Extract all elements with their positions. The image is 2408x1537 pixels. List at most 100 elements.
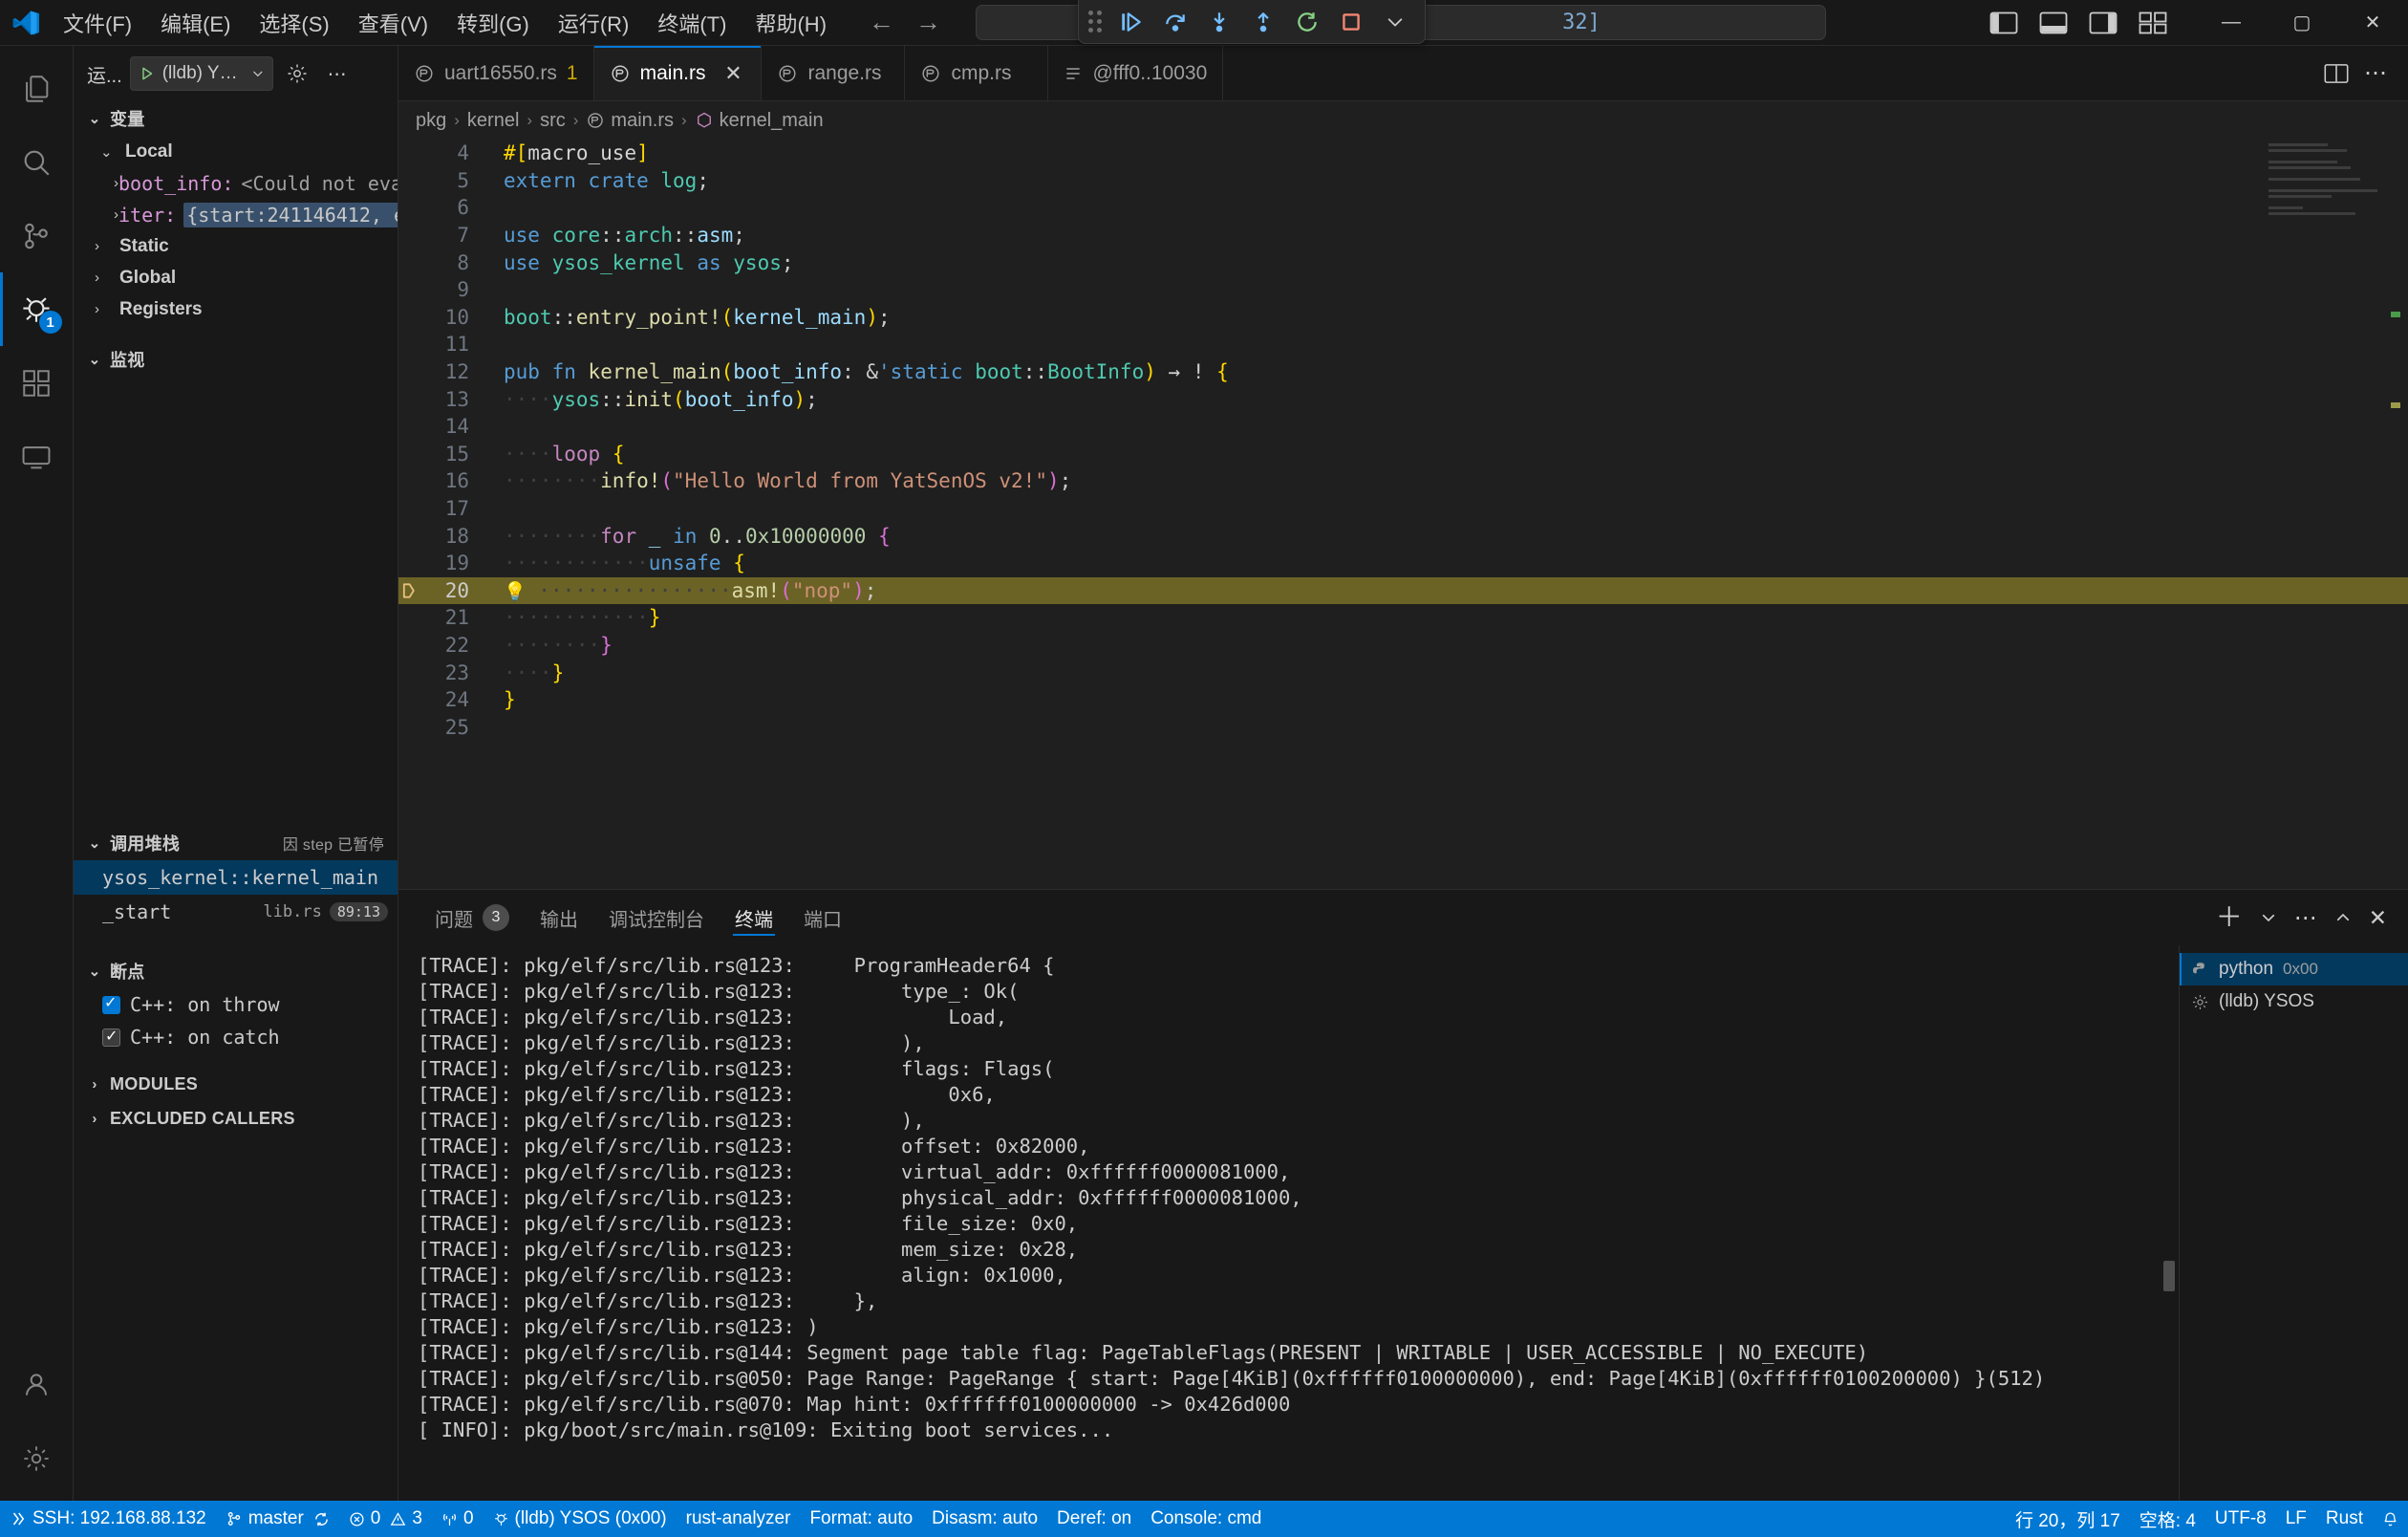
debug-more-chevron-icon[interactable] bbox=[1375, 4, 1415, 40]
code-line-10[interactable]: 10 boot::entry_point!(kernel_main); bbox=[398, 304, 2408, 332]
code-line-18[interactable]: 18 ········for _ in 0..0x10000000 { bbox=[398, 522, 2408, 550]
customize-layout-icon[interactable] bbox=[2139, 11, 2167, 34]
menu-go[interactable]: 转到(G) bbox=[443, 4, 543, 42]
debug-stop-button[interactable] bbox=[1331, 4, 1371, 40]
code-line-25[interactable]: 25 bbox=[398, 713, 2408, 741]
debug-restart-button[interactable] bbox=[1287, 4, 1327, 40]
activity-remote-explorer[interactable] bbox=[0, 420, 74, 493]
status-language-mode[interactable]: Rust bbox=[2316, 1501, 2373, 1537]
activity-accounts[interactable] bbox=[0, 1348, 74, 1421]
callstack-frame-start[interactable]: _start lib.rs 89:13 bbox=[74, 895, 398, 929]
code-line-13[interactable]: 13 ····ysos::init(boot_info); bbox=[398, 385, 2408, 413]
debug-step-into-button[interactable] bbox=[1199, 4, 1239, 40]
code-line-22[interactable]: 22 ········} bbox=[398, 632, 2408, 660]
status-git-branch[interactable]: master bbox=[216, 1501, 339, 1537]
toggle-panel-icon[interactable] bbox=[2039, 11, 2068, 34]
menu-selection[interactable]: 选择(S) bbox=[246, 4, 342, 42]
toggle-secondary-sidebar-icon[interactable] bbox=[2089, 11, 2118, 34]
code-line-14[interactable]: 14 bbox=[398, 413, 2408, 441]
panel-tab-ports[interactable]: 端口 bbox=[788, 890, 857, 945]
breadcrumb-src[interactable]: src bbox=[540, 110, 566, 132]
debug-continue-button[interactable] bbox=[1111, 4, 1151, 40]
new-terminal-icon[interactable]: ＋ bbox=[2216, 904, 2243, 931]
status-disasm[interactable]: Disasm: auto bbox=[922, 1501, 1047, 1537]
code-line-23[interactable]: 23 ····} bbox=[398, 659, 2408, 686]
variable-row-boot-info[interactable]: › boot_info: <Could not eva… bbox=[74, 167, 398, 199]
code-line-9[interactable]: 9 bbox=[398, 276, 2408, 304]
tab-close-icon[interactable]: ✕ bbox=[720, 61, 745, 86]
status-remote-ssh[interactable]: SSH: 192.168.88.132 bbox=[0, 1501, 216, 1537]
menu-run[interactable]: 运行(R) bbox=[545, 4, 643, 42]
breakpoint-checkbox[interactable] bbox=[102, 1027, 120, 1047]
code-line-5[interactable]: 5 extern crate log; bbox=[398, 167, 2408, 195]
panel-tab-problems[interactable]: 问题 3 bbox=[419, 890, 525, 945]
status-problems[interactable]: 0 3 bbox=[339, 1501, 432, 1537]
back-arrow-icon[interactable]: ← bbox=[869, 10, 894, 35]
editor-more-actions-icon[interactable]: ⋯ bbox=[2364, 59, 2387, 87]
breadcrumb-main-rs[interactable]: main.rs bbox=[586, 110, 674, 132]
debug-settings-gear-icon[interactable] bbox=[281, 57, 313, 90]
split-editor-icon[interactable] bbox=[2324, 62, 2349, 85]
excluded-callers-section-header[interactable]: › EXCLUDED CALLERS bbox=[74, 1101, 398, 1136]
tab-main-rs[interactable]: main.rs ✕ bbox=[593, 46, 763, 100]
status-eol[interactable]: LF bbox=[2276, 1501, 2316, 1537]
terminal-profile-chevron-icon[interactable] bbox=[2260, 909, 2277, 926]
code-line-12[interactable]: 12 pub fn kernel_main(boot_info: &'static… bbox=[398, 358, 2408, 386]
code-line-15[interactable]: 15 ····loop { bbox=[398, 441, 2408, 468]
breakpoints-section-header[interactable]: ⌄ 断点 bbox=[74, 954, 398, 988]
activity-search[interactable] bbox=[0, 125, 74, 199]
status-console[interactable]: Console: cmd bbox=[1141, 1501, 1271, 1537]
activity-manage-settings[interactable] bbox=[0, 1421, 74, 1495]
status-rust-analyzer[interactable]: rust-analyzer bbox=[677, 1501, 801, 1537]
sidebar-more-actions-icon[interactable]: ⋯ bbox=[321, 57, 354, 90]
terminal-tab-python[interactable]: python 0x00 bbox=[2180, 953, 2408, 985]
panel-tab-terminal[interactable]: 终端 bbox=[720, 890, 788, 945]
code-line-11[interactable]: 11 bbox=[398, 331, 2408, 358]
forward-arrow-icon[interactable]: → bbox=[915, 10, 941, 35]
code-line-4[interactable]: 4 #[macro_use] bbox=[398, 140, 2408, 167]
window-maximize-button[interactable]: ▢ bbox=[2267, 0, 2337, 46]
status-notifications[interactable] bbox=[2373, 1501, 2408, 1537]
menu-file[interactable]: 文件(F) bbox=[50, 4, 145, 42]
panel-more-actions-icon[interactable]: ⋯ bbox=[2294, 904, 2317, 932]
code-line-19[interactable]: 19 ············unsafe { bbox=[398, 550, 2408, 577]
status-cursor-position[interactable]: 行 20，列 17 bbox=[2006, 1501, 2130, 1537]
panel-close-icon[interactable]: ✕ bbox=[2369, 905, 2387, 931]
status-encoding[interactable]: UTF-8 bbox=[2205, 1501, 2276, 1537]
status-debug-session[interactable]: (lldb) YSOS (0x00) bbox=[484, 1501, 677, 1537]
editor-minimap[interactable] bbox=[2268, 143, 2383, 287]
lightbulb-icon[interactable]: 💡 bbox=[504, 581, 527, 602]
activity-source-control[interactable] bbox=[0, 199, 74, 272]
breadcrumb-kernel[interactable]: kernel bbox=[467, 110, 519, 132]
panel-tab-output[interactable]: 输出 bbox=[525, 890, 593, 945]
tab-range-rs[interactable]: range.rs bbox=[762, 46, 906, 100]
editor-scrollbar-decorations[interactable] bbox=[2389, 140, 2402, 889]
terminal-output[interactable]: [TRACE]: pkg/elf/src/lib.rs@123: Program… bbox=[398, 945, 2179, 1501]
tab-cmp-rs[interactable]: cmp.rs bbox=[905, 46, 1049, 100]
code-line-8[interactable]: 8 use ysos_kernel as ysos; bbox=[398, 249, 2408, 276]
status-indentation[interactable]: 空格: 4 bbox=[2130, 1501, 2205, 1537]
code-line-6[interactable]: 6 bbox=[398, 194, 2408, 222]
code-line-7[interactable]: 7 use core::arch::asm; bbox=[398, 222, 2408, 249]
debug-step-out-button[interactable] bbox=[1243, 4, 1283, 40]
window-close-button[interactable]: ✕ bbox=[2337, 0, 2408, 46]
tab-uart16550-rs[interactable]: uart16550.rs 1 bbox=[398, 46, 594, 100]
variables-section-header[interactable]: ⌄ 变量 bbox=[74, 101, 398, 136]
breakpoint-cpp-on-throw[interactable]: C++: on throw bbox=[74, 988, 398, 1021]
panel-maximize-icon[interactable] bbox=[2334, 909, 2352, 926]
terminal-scrollbar-thumb[interactable] bbox=[2163, 1261, 2175, 1291]
code-editor[interactable]: 4 #[macro_use] 5 extern crate log; 6 7 use cor… bbox=[398, 140, 2408, 889]
toggle-primary-sidebar-icon[interactable] bbox=[1989, 11, 2018, 34]
status-format[interactable]: Format: auto bbox=[800, 1501, 922, 1537]
callstack-section-header[interactable]: ⌄ 调用堆栈 因 step 已暂停 bbox=[74, 826, 398, 860]
breakpoint-checkbox[interactable] bbox=[102, 993, 120, 1014]
variable-scope-static[interactable]: › Static bbox=[74, 230, 398, 262]
activity-run-and-debug[interactable]: 1 bbox=[0, 272, 74, 346]
variable-row-iter[interactable]: › iter: {start:241146412, e… bbox=[74, 199, 398, 230]
activity-extensions[interactable] bbox=[0, 346, 74, 420]
breadcrumb-kernel-main-symbol[interactable]: kernel_main bbox=[695, 110, 824, 132]
modules-section-header[interactable]: › MODULES bbox=[74, 1067, 398, 1101]
tab-disassembly[interactable]: @fff0..10030 bbox=[1048, 46, 1224, 100]
activity-explorer[interactable] bbox=[0, 52, 74, 125]
status-radio-tower[interactable]: 0 bbox=[432, 1501, 484, 1537]
